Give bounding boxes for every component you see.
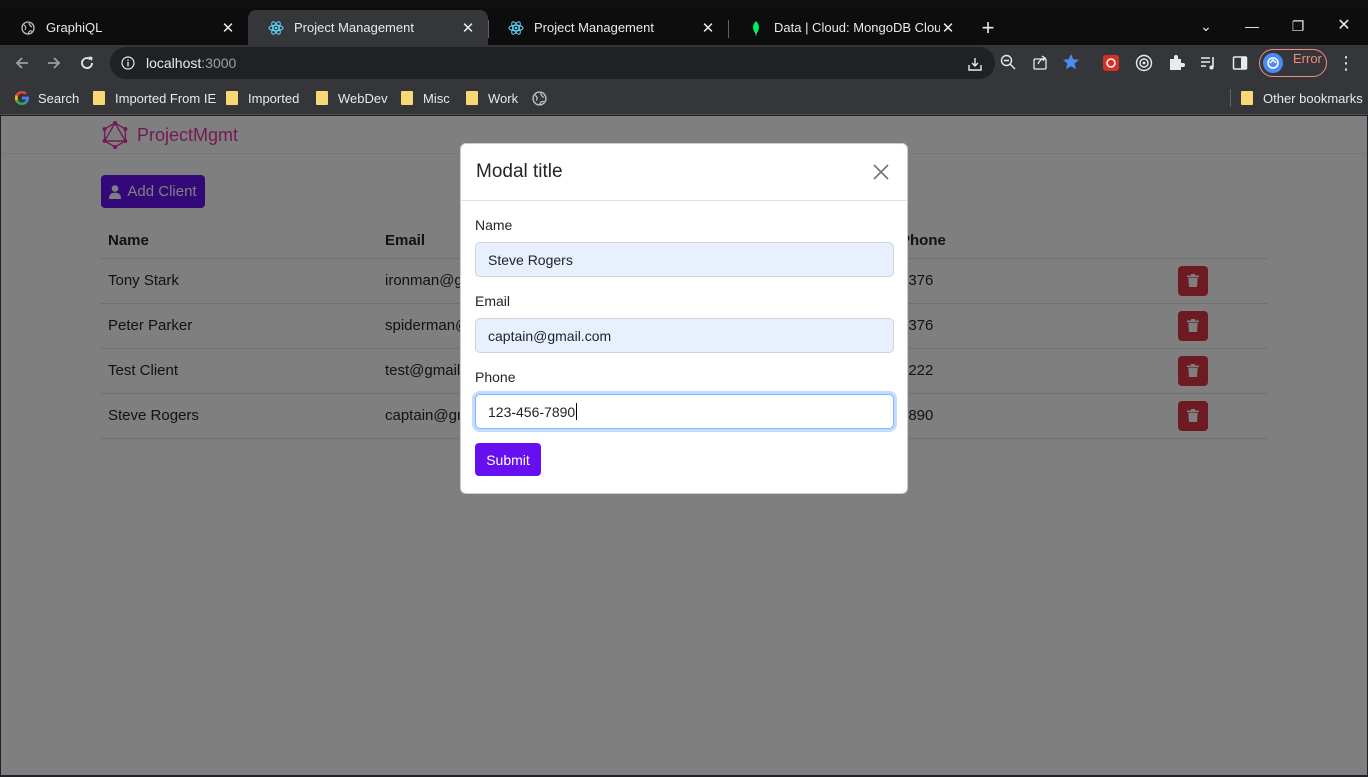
- profile-button[interactable]: Error: [1259, 49, 1327, 77]
- bookmark-label: Misc: [423, 90, 450, 106]
- google-icon: [14, 90, 30, 106]
- mongodb-leaf-icon: [748, 20, 764, 36]
- restore-button[interactable]: ❐: [1275, 14, 1321, 38]
- close-window-button[interactable]: ✕: [1321, 14, 1367, 38]
- new-tab-button[interactable]: +: [976, 17, 1000, 41]
- zoom-icon[interactable]: [999, 53, 1017, 71]
- side-panel-icon[interactable]: [1230, 53, 1250, 73]
- extension-red-icon[interactable]: [1101, 53, 1121, 73]
- bookmark-folder-work[interactable]: Work: [466, 89, 518, 107]
- name-input[interactable]: Steve Rogers: [475, 242, 894, 277]
- bookmark-globe[interactable]: [532, 89, 547, 107]
- tab-strip: GraphiQL ✕ Project Management ✕ Project …: [0, 0, 1368, 45]
- media-control-icon[interactable]: [1198, 53, 1218, 73]
- react-icon: [268, 20, 284, 36]
- bookmark-label: Work: [488, 90, 519, 106]
- bookmark-label: Imported From IE: [115, 90, 217, 106]
- bookmark-label: Imported: [248, 90, 300, 106]
- close-tab-icon[interactable]: ✕: [460, 19, 476, 37]
- url-port: :3000: [201, 55, 237, 71]
- close-tab-icon[interactable]: ✕: [940, 19, 956, 37]
- phone-label: Phone: [475, 369, 516, 385]
- bookmark-folder-imported[interactable]: Imported: [226, 89, 299, 107]
- globe-icon: [20, 20, 36, 36]
- tab-project-management[interactable]: Project Management ✕: [488, 10, 728, 45]
- tab-mongodb[interactable]: Data | Cloud: MongoDB Cloud ✕: [728, 10, 968, 45]
- tab-title: Project Management: [534, 20, 654, 35]
- site-info-icon[interactable]: [120, 55, 136, 71]
- tab-graphiql[interactable]: GraphiQL ✕: [0, 10, 248, 45]
- bookmarks-separator: [1230, 89, 1231, 107]
- bookmark-folder-imported-from-ie[interactable]: Imported From IE: [93, 89, 216, 107]
- phone-input-value: 123-456-7890: [488, 403, 576, 420]
- folder-icon: [401, 91, 413, 105]
- close-tab-icon[interactable]: ✕: [700, 19, 716, 37]
- bookmark-search[interactable]: Search: [14, 89, 79, 107]
- tab-title: Data | Cloud: MongoDB Cloud: [774, 20, 940, 35]
- folder-icon: [316, 91, 328, 105]
- reload-button[interactable]: [75, 51, 99, 75]
- name-input-value: Steve Rogers: [488, 251, 573, 268]
- extensions-puzzle-icon[interactable]: [1166, 53, 1186, 73]
- folder-icon: [93, 91, 105, 105]
- email-label: Email: [475, 293, 511, 309]
- browser-toolbar: localhost:3000 Error ⋮: [0, 45, 1368, 81]
- tab-project-management-active[interactable]: Project Management ✕: [248, 10, 488, 45]
- phone-input[interactable]: 123-456-7890: [475, 394, 894, 429]
- email-input-value: captain@gmail.com: [488, 327, 612, 344]
- globe-icon: [532, 90, 547, 106]
- extension-target-icon[interactable]: [1134, 53, 1154, 73]
- close-tab-icon[interactable]: ✕: [220, 19, 236, 37]
- address-bar[interactable]: localhost:3000: [110, 47, 995, 79]
- text-caret: [576, 403, 578, 420]
- bookmark-label: Search: [38, 90, 80, 106]
- bookmark-label: Other bookmarks: [1263, 90, 1363, 106]
- name-label: Name: [475, 217, 513, 233]
- tab-title: Project Management: [294, 20, 414, 35]
- submit-button[interactable]: Submit: [475, 443, 541, 476]
- bookmark-label: WebDev: [338, 90, 388, 106]
- bookmark-folder-misc[interactable]: Misc: [401, 89, 450, 107]
- url-host: localhost: [146, 55, 202, 71]
- tab-separator: [488, 20, 489, 38]
- bookmark-other-bookmarks[interactable]: Other bookmarks: [1241, 89, 1363, 107]
- share-icon[interactable]: [1031, 53, 1049, 71]
- menu-kebab-icon[interactable]: ⋮: [1336, 53, 1356, 73]
- modal-title: Modal title: [476, 161, 563, 182]
- install-app-icon[interactable]: [966, 55, 984, 73]
- bookmarks-bar: Search Imported From IE Imported WebDev …: [0, 81, 1368, 115]
- profile-error-label: Error: [1293, 51, 1322, 66]
- bookmark-star-icon[interactable]: [1062, 53, 1080, 71]
- close-icon[interactable]: [870, 161, 892, 183]
- bookmark-folder-webdev[interactable]: WebDev: [316, 89, 388, 107]
- folder-icon: [226, 91, 238, 105]
- minimize-button[interactable]: —: [1229, 14, 1275, 38]
- page-viewport: ProjectMgmt Add Client Name Email Phone …: [1, 116, 1367, 775]
- modal-header: Modal title: [461, 144, 907, 201]
- tab-title: GraphiQL: [46, 20, 103, 35]
- react-icon: [508, 20, 524, 36]
- email-input[interactable]: captain@gmail.com: [475, 318, 894, 353]
- modal-body: Name Steve Rogers Email captain@gmail.co…: [461, 201, 907, 492]
- folder-icon: [466, 91, 478, 105]
- back-button[interactable]: [10, 51, 34, 75]
- forward-button[interactable]: [42, 51, 66, 75]
- tab-search-icon[interactable]: ⌄: [1183, 14, 1229, 38]
- add-client-modal: Modal title Name Steve Rogers Email capt…: [460, 143, 908, 494]
- folder-icon: [1241, 91, 1253, 105]
- avatar: [1263, 53, 1283, 73]
